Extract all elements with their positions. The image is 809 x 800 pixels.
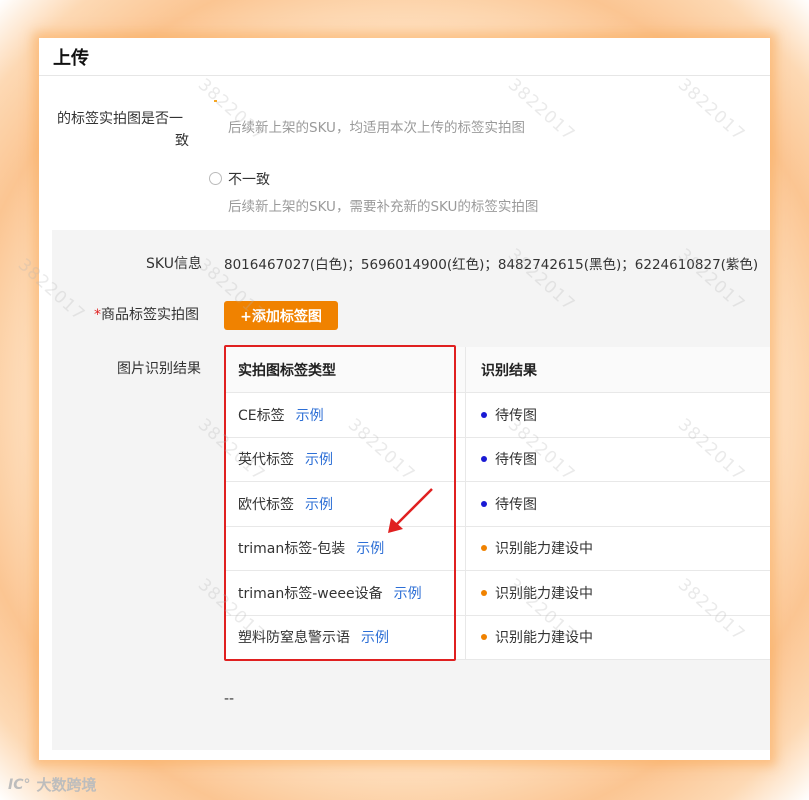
result-cell: 识别能力建设中 bbox=[466, 571, 770, 615]
result-cell: 识别能力建设中 bbox=[466, 616, 770, 660]
label-type-text: CE标签 bbox=[238, 407, 285, 424]
table-row: triman标签-weee设备 示例 识别能力建设中 bbox=[224, 571, 770, 616]
consistency-label-line1: 的标签实拍图是否一 bbox=[57, 111, 183, 127]
sku-label: SKU信息 bbox=[146, 256, 202, 272]
example-link[interactable]: 示例 bbox=[305, 494, 333, 514]
main-panel: 上传 的标签实拍图是否一 致 后续新上架的SKU，均适用本次上传的标签实拍图 不… bbox=[39, 38, 770, 760]
radio-inconsistent-label: 不一致 bbox=[228, 172, 270, 188]
label-type-text: 欧代标签 bbox=[238, 496, 294, 513]
result-text: 待传图 bbox=[495, 452, 537, 469]
table-row: 塑料防窒息警示语 示例 识别能力建设中 bbox=[224, 615, 770, 660]
required-asterisk: * bbox=[94, 307, 101, 323]
table-row: triman标签-包装 示例 识别能力建设中 bbox=[224, 526, 770, 571]
table-body: CE标签 示例 待传图 英代标签 示例 待传图 欧代标签 示例 待传图 triman标签-包装 示例… bbox=[224, 393, 770, 660]
label-type-cell: 英代标签 示例 bbox=[224, 437, 466, 481]
column-header-type: 实拍图标签类型 bbox=[224, 347, 466, 392]
annotation-arrow-icon bbox=[388, 488, 433, 533]
required-marker bbox=[214, 100, 217, 102]
example-link[interactable]: 示例 bbox=[305, 449, 333, 469]
status-dot-icon bbox=[481, 589, 487, 596]
inconsistent-hint: 后续新上架的SKU，需要补充新的SKU的标签实拍图 bbox=[228, 199, 539, 215]
column-header-result: 识别结果 bbox=[481, 362, 537, 379]
status-dot-icon bbox=[481, 411, 487, 418]
logo-mark-icon: IC° bbox=[8, 776, 31, 793]
status-dot-icon bbox=[481, 456, 487, 463]
example-link[interactable]: 示例 bbox=[356, 538, 384, 558]
example-link[interactable]: 示例 bbox=[296, 405, 324, 425]
result-text: 识别能力建设中 bbox=[495, 630, 593, 647]
result-cell: 待传图 bbox=[466, 482, 770, 526]
logo-text: 大数跨境 bbox=[36, 776, 97, 794]
consistent-hint: 后续新上架的SKU，均适用本次上传的标签实拍图 bbox=[228, 120, 525, 136]
photo-label-text: 商品标签实拍图 bbox=[101, 307, 199, 323]
status-dot-icon bbox=[481, 500, 487, 507]
table-row: CE标签 示例 待传图 bbox=[224, 393, 770, 438]
result-cell: 待传图 bbox=[466, 438, 770, 482]
label-type-cell: 塑料防窒息警示语 示例 bbox=[224, 615, 466, 659]
add-label-image-button[interactable]: +添加标签图 bbox=[224, 301, 338, 330]
table-row: 欧代标签 示例 待传图 bbox=[224, 482, 770, 527]
footer-logo: IC° 大数跨境 bbox=[8, 774, 97, 795]
example-link[interactable]: 示例 bbox=[361, 627, 389, 647]
sku-value: 8016467027(白色)；5696014900(红色)；8482742615… bbox=[224, 257, 759, 273]
consistency-label-line2: 致 bbox=[175, 133, 189, 149]
result-cell: 待传图 bbox=[466, 393, 770, 437]
label-type-text: triman标签-weee设备 bbox=[238, 585, 383, 602]
photo-label: *商品标签实拍图 bbox=[94, 304, 199, 324]
panel-header: 上传 bbox=[39, 38, 770, 76]
result-text: 待传图 bbox=[495, 407, 537, 424]
result-text: 待传图 bbox=[495, 496, 537, 513]
empty-value: -- bbox=[224, 691, 235, 707]
label-type-cell: triman标签-weee设备 示例 bbox=[224, 571, 466, 615]
table-row: 英代标签 示例 待传图 bbox=[224, 437, 770, 482]
radio-inconsistent[interactable]: 不一致 bbox=[209, 169, 270, 189]
result-text: 识别能力建设中 bbox=[495, 541, 593, 558]
recognition-table: 实拍图标签类型 识别结果 CE标签 示例 待传图 英代标签 示例 待传图 欧代标签 示例 待传图… bbox=[224, 347, 770, 660]
status-dot-icon bbox=[481, 634, 487, 641]
result-cell: 识别能力建设中 bbox=[466, 527, 770, 571]
status-dot-icon bbox=[481, 545, 487, 552]
recognition-label: 图片识别结果 bbox=[117, 361, 201, 377]
label-type-cell: CE标签 示例 bbox=[224, 393, 466, 437]
page-title: 上传 bbox=[53, 47, 89, 69]
label-type-text: triman标签-包装 bbox=[238, 541, 346, 558]
example-link[interactable]: 示例 bbox=[394, 583, 422, 603]
radio-circle-icon[interactable] bbox=[209, 172, 222, 185]
result-text: 识别能力建设中 bbox=[495, 585, 593, 602]
table-header-row: 实拍图标签类型 识别结果 bbox=[224, 347, 770, 393]
label-type-text: 塑料防窒息警示语 bbox=[238, 630, 350, 647]
label-type-text: 英代标签 bbox=[238, 452, 294, 469]
